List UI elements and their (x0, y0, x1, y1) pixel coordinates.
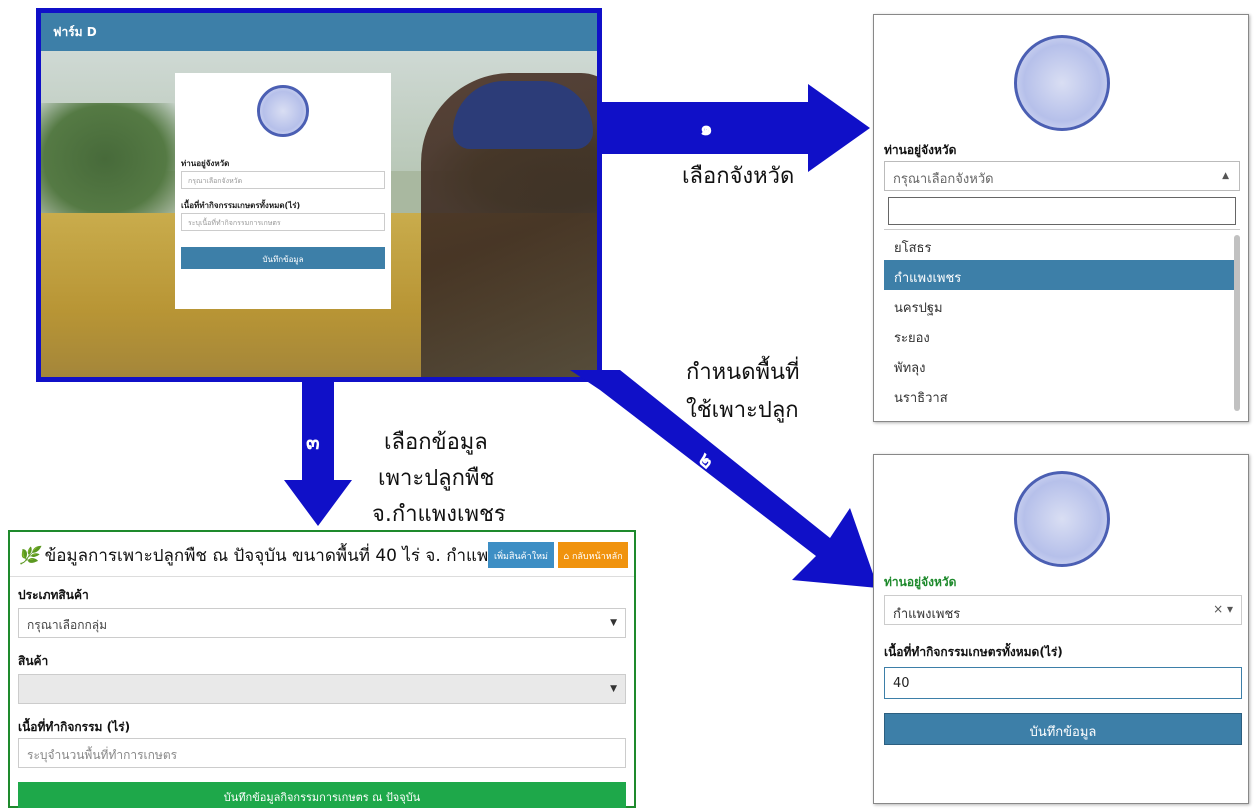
crop-form-title-text: ข้อมูลการเพาะปลูกพืช ณ ปัจจุบัน ขนาดพื้น… (44, 546, 535, 566)
save-button[interactable]: บันทึกข้อมูล (181, 247, 385, 269)
product-type-label: ประเภทสินค้า (18, 588, 89, 602)
back-home-button[interactable]: ⌂ กลับหน้าหลัก (558, 542, 628, 568)
province-option[interactable]: พัทลุง (884, 350, 1240, 380)
province-option[interactable]: ระยอง (884, 320, 1240, 350)
area-label: เนื้อที่ทำกิจกรรมเกษตรทั้งหมด(ไร่) (181, 201, 301, 210)
province-option[interactable]: ยโสธร (884, 230, 1240, 260)
province-option[interactable]: นราธิวาส (884, 380, 1240, 410)
crop-form-screenshot: 🌿 ข้อมูลการเพาะปลูกพืช ณ ปัจจุบัน ขนาดพื… (8, 530, 636, 808)
province-label: ท่านอยู่จังหวัด (884, 143, 957, 157)
home-icon: ⌂ (563, 552, 570, 562)
product-label: สินค้า (18, 654, 49, 668)
agency-logo (257, 85, 309, 137)
landing-form-card: ท่านอยู่จังหวัด กรุณาเลือกจังหวัด เนื้อท… (175, 73, 391, 309)
province-select[interactable]: กรุณาเลือกจังหวัด (181, 171, 385, 189)
save-button[interactable]: บันทึกข้อมูล (884, 713, 1242, 745)
landing-screenshot: ฟาร์ม D ท่านอยู่จังหวัด กรุณาเลือกจังหวั… (36, 8, 602, 382)
province-select[interactable]: กรุณาเลือกจังหวัด ▲ (884, 161, 1240, 191)
product-select[interactable]: ▼ (18, 674, 626, 704)
app-title-bar: ฟาร์ม D (41, 13, 597, 51)
crop-form-title: 🌿 ข้อมูลการเพาะปลูกพืช ณ ปัจจุบัน ขนาดพื… (18, 542, 534, 569)
province-option[interactable]: นครปฐม (884, 290, 1240, 320)
agency-logo (1014, 471, 1110, 567)
step3-text-line2: เพาะปลูกพืช (378, 466, 495, 491)
leaf-icon: 🌿 (18, 546, 40, 566)
province-select-placeholder: กรุณาเลือกจังหวัด (893, 172, 994, 187)
agency-logo (1014, 35, 1110, 131)
save-activity-button[interactable]: บันทึกข้อมูลกิจกรรมการเกษตร ณ ปัจจุบัน (18, 782, 626, 808)
product-type-value: กรุณาเลือกกลุ่ม (27, 618, 108, 632)
step1-text: เลือกจังหวัด (682, 164, 795, 189)
step2-text-line1: กำหนดพื้นที่ (686, 360, 800, 385)
province-option-list: ยโสธร กำแพงเพชร นครปฐม ระยอง พัทลุง นราธ… (884, 229, 1240, 421)
chevron-down-icon: ▼ (610, 618, 617, 628)
step3-text-line3: จ.กำแพงเพชร (372, 502, 506, 527)
clear-icon[interactable]: × ▾ (1213, 602, 1233, 616)
chevron-down-icon: ▼ (610, 684, 617, 694)
background-cap (453, 81, 593, 149)
step2-text-line2: ใช้เพาะปลูก (686, 398, 799, 423)
activity-area-input[interactable]: ระบุจำนวนพื้นที่ทำการเกษตร (18, 738, 626, 768)
title-divider (10, 576, 634, 577)
province-dropdown-screenshot: ท่านอยู่จังหวัด กรุณาเลือกจังหวัด ▲ ยโสธ… (873, 14, 1249, 422)
dropdown-scrollbar[interactable] (1234, 235, 1240, 411)
province-search-input[interactable] (888, 197, 1236, 225)
area-label: เนื้อที่ทำกิจกรรมเกษตรทั้งหมด(ไร่) (884, 645, 1063, 659)
area-input[interactable]: 40 (884, 667, 1242, 699)
back-home-label: กลับหน้าหลัก (571, 552, 623, 562)
step1-number: ๑ (700, 116, 713, 140)
province-label: ท่านอยู่จังหวัด (181, 159, 230, 168)
province-select-value: กำแพงเพชร (893, 607, 961, 622)
filled-form-screenshot: ท่านอยู่จังหวัด กำแพงเพชร × ▾ เนื้อที่ทำ… (873, 454, 1249, 804)
product-type-select[interactable]: กรุณาเลือกกลุ่ม ▼ (18, 608, 626, 638)
add-product-button[interactable]: เพิ่มสินค้าใหม่ (488, 542, 554, 568)
area-input[interactable]: ระบุเนื้อที่ทำกิจกรรมการเกษตร (181, 213, 385, 231)
app-title: ฟาร์ม D (53, 25, 97, 39)
province-select[interactable]: กำแพงเพชร × ▾ (884, 595, 1242, 625)
activity-area-label: เนื้อที่ทำกิจกรรม (ไร่) (18, 720, 131, 734)
step3-text-line1: เลือกข้อมูล (384, 430, 488, 455)
step3-number: ๓ (306, 430, 320, 454)
province-option-highlighted[interactable]: กำแพงเพชร (884, 260, 1240, 290)
caret-up-icon[interactable]: ▲ (1222, 171, 1229, 181)
province-label: ท่านอยู่จังหวัด (884, 575, 957, 589)
